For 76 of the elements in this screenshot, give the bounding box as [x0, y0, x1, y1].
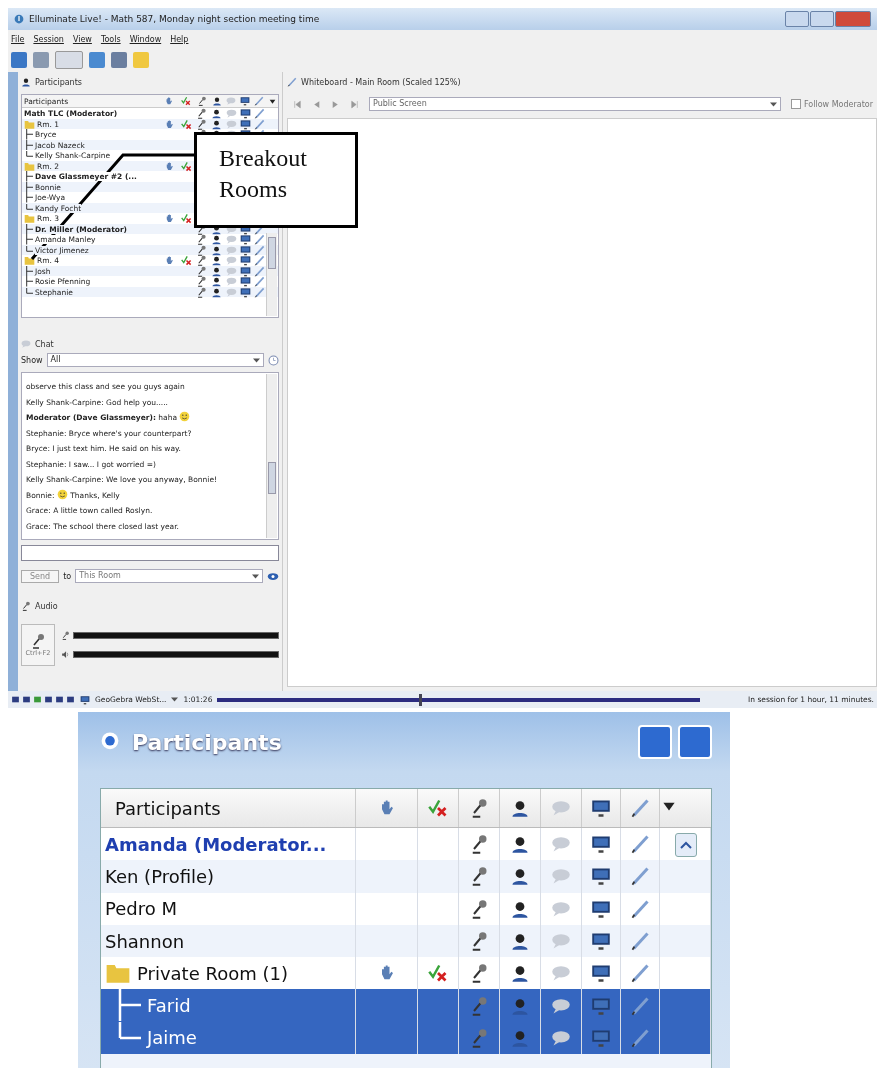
chevron-up-icon	[680, 840, 692, 850]
scrollbar[interactable]	[266, 233, 277, 316]
tree-line	[24, 129, 33, 140]
check-cross-icon	[180, 118, 192, 130]
clock-icon[interactable]	[268, 354, 279, 366]
timeline-marker[interactable]	[419, 693, 423, 706]
tree-line	[24, 181, 33, 193]
participant-row[interactable]: Pedro M	[101, 892, 711, 925]
skip-back-icon[interactable]	[11, 695, 20, 704]
stop-icon[interactable]	[22, 695, 31, 704]
to-label: to	[63, 571, 72, 581]
dropdown-arrow-icon[interactable]	[171, 697, 179, 702]
send-button[interactable]: Send	[21, 569, 60, 583]
dropdown-arrow-icon[interactable]	[253, 357, 260, 363]
participant-name: Farid	[147, 995, 191, 1017]
window-title: Elluminate Live! - Math 587, Monday night section meeting time	[29, 14, 320, 24]
previous-page-icon[interactable]	[312, 99, 321, 109]
menu-item[interactable]: Window	[129, 34, 162, 44]
check-cross-icon[interactable]	[428, 798, 448, 818]
panel-title: Chat	[35, 339, 54, 349]
panel-title: Participants	[35, 77, 82, 87]
app-icon	[14, 14, 24, 24]
check-cross-icon[interactable]	[181, 96, 191, 106]
scrollbar[interactable]	[266, 374, 277, 538]
smiley-icon	[56, 488, 68, 500]
participant-row[interactable]: Ken (Profile)	[101, 860, 711, 893]
check-cross-icon	[180, 160, 192, 172]
eye-icon[interactable]	[267, 571, 279, 581]
menu-item[interactable]: File	[11, 34, 25, 44]
room-name: Private Room (1)	[137, 962, 288, 984]
check-cross-icon	[180, 255, 192, 266]
first-page-icon[interactable]	[293, 99, 302, 109]
last-page-icon[interactable]	[350, 99, 359, 109]
panel-title: Whiteboard - Main Room (Scaled 125%)	[301, 77, 461, 87]
tree-line	[24, 265, 33, 277]
callout-label: Breakout Rooms	[194, 132, 358, 228]
dropdown-arrow-icon[interactable]	[252, 573, 259, 579]
recipient-dropdown[interactable]: This Room	[75, 569, 263, 583]
check-cross-icon	[428, 963, 448, 984]
tree-line	[24, 171, 33, 182]
show-label: Show	[21, 355, 43, 365]
fast-forward-icon[interactable]	[55, 695, 64, 704]
column-header: Participants	[115, 797, 221, 819]
participant-name: Shannon	[105, 930, 185, 952]
participant-name: Jaime	[147, 1027, 197, 1049]
dropdown-arrow-icon[interactable]	[770, 101, 778, 107]
smiley-icon	[179, 411, 191, 422]
minimize-button[interactable]	[785, 11, 809, 27]
skip-forward-icon[interactable]	[66, 695, 75, 704]
folder-icon	[24, 160, 35, 172]
panel-title: Participants	[132, 729, 282, 755]
menu-item[interactable]: Tools	[100, 34, 121, 44]
menu-item[interactable]: Session	[33, 34, 64, 44]
folder-icon	[24, 118, 35, 130]
menu-item[interactable]: Help	[170, 34, 189, 44]
scroll-up-button[interactable]	[675, 833, 697, 857]
participant-name: Pedro M	[105, 898, 177, 920]
tree-line	[24, 223, 33, 235]
speaker-icon	[61, 650, 70, 659]
maximize-button[interactable]	[810, 11, 834, 27]
panel-title: Audio	[35, 601, 58, 611]
participant-row[interactable]: Jaime	[101, 1021, 711, 1055]
participant-row[interactable]: Shannon	[101, 924, 711, 958]
participant-name: Ken (Profile)	[105, 865, 215, 887]
check-cross-icon	[180, 213, 192, 224]
pause-icon[interactable]	[44, 695, 53, 704]
participant-row[interactable]: Farid	[101, 989, 711, 1022]
message-input[interactable]	[21, 545, 279, 561]
follow-moderator-checkbox[interactable]: Follow Moderator	[791, 99, 877, 109]
next-page-icon[interactable]	[331, 99, 340, 109]
screen-dropdown[interactable]: Public Screen	[369, 97, 782, 111]
hand-icon[interactable]	[164, 96, 174, 106]
layout-icon[interactable]	[55, 51, 83, 69]
participant-name: Amanda (Moderator...	[105, 833, 327, 855]
menu-item[interactable]: View	[72, 34, 92, 44]
filter-dropdown[interactable]: All	[46, 353, 264, 367]
